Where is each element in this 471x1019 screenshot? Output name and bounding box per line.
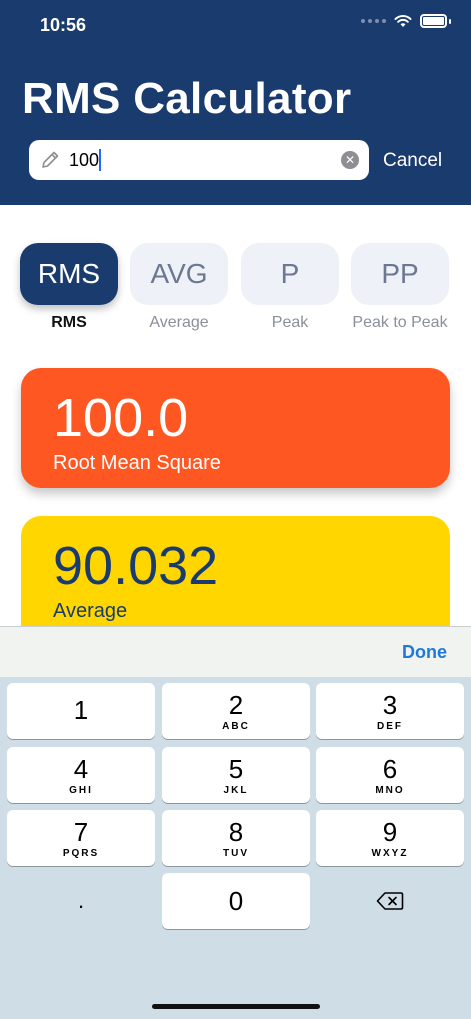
pencil-icon [42,151,59,168]
page-title: RMS Calculator [22,74,352,123]
key-3[interactable]: 3 DEF [316,683,464,739]
key-7[interactable]: 7 PQRS [7,810,155,866]
text-caret [99,149,102,171]
key-4[interactable]: 4 GHI [7,747,155,803]
numeric-keypad: 1 2 ABC 3 DEF 4 GHI 5 JKL 6 MNO 7 PQRS 8… [0,677,471,1019]
tab-peak[interactable]: P [241,243,339,305]
cancel-button[interactable]: Cancel [383,150,442,172]
key-2[interactable]: 2 ABC [162,683,310,739]
tab-rms-label: RMS [51,314,87,331]
status-time: 10:56 [40,15,87,35]
key-decimal[interactable]: . [7,873,155,929]
status-icons [361,14,451,28]
key-9[interactable]: 9 WXYZ [316,810,464,866]
home-indicator[interactable] [152,1004,320,1009]
average-value: 90.032 [53,536,219,596]
tab-peak-to-peak[interactable]: PP [351,243,449,305]
tab-rms[interactable]: RMS [20,243,118,305]
backspace-key[interactable] [316,873,464,929]
key-8[interactable]: 8 TUV [162,810,310,866]
wifi-icon [394,15,412,27]
tab-peak-to-peak-label: Peak to Peak [352,314,448,331]
done-button[interactable]: Done [402,642,447,663]
search-field[interactable]: 100 ✕ [29,140,369,180]
keyboard-toolbar: Done [0,626,471,677]
rms-result-card: 100.0 Root Mean Square [21,368,450,488]
key-1[interactable]: 1 [7,683,155,739]
search-input[interactable]: 100 [69,150,99,171]
key-0[interactable]: 0 [162,873,310,929]
key-6[interactable]: 6 MNO [316,747,464,803]
rms-caption: Root Mean Square [53,452,221,474]
tab-avg-label: Average [149,314,209,331]
header: 10:56 RMS Calculator 100 ✕ Cancel [0,0,471,205]
tab-peak-label: Peak [271,314,309,331]
average-caption: Average [53,600,128,622]
clear-icon[interactable]: ✕ [341,151,359,169]
key-5[interactable]: 5 JKL [162,747,310,803]
battery-icon [420,14,447,28]
delete-icon [376,892,404,910]
tab-avg[interactable]: AVG [130,243,228,305]
signal-icon [361,19,386,23]
rms-value: 100.0 [53,388,189,448]
